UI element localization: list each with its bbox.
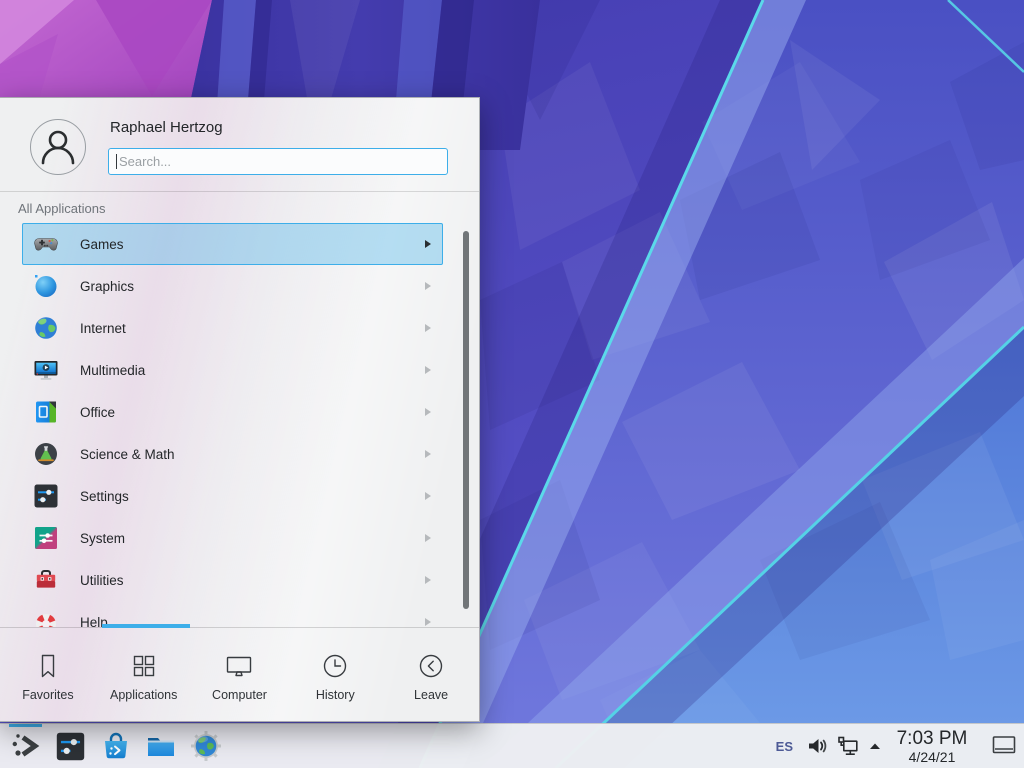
launcher-header: Raphael Hertzog: [0, 98, 479, 192]
document-icon: [33, 399, 59, 425]
app-item-label: Multimedia: [80, 363, 145, 378]
taskbar-discover-button[interactable]: [93, 724, 138, 768]
taskbar: ES: [0, 723, 1024, 768]
app-item-graphics[interactable]: Graphics: [22, 265, 443, 307]
app-item-office[interactable]: Office: [22, 391, 443, 433]
system-sliders-icon: [33, 525, 59, 551]
expand-tray-icon[interactable]: [867, 734, 883, 758]
tab-applications[interactable]: Applications: [96, 628, 192, 723]
submenu-arrow-icon: [425, 408, 431, 416]
flask-icon: [33, 441, 59, 467]
section-label: All Applications: [18, 201, 105, 216]
sphere-icon: [33, 273, 59, 299]
submenu-arrow-icon: [425, 366, 431, 374]
tab-label: Favorites: [22, 688, 73, 702]
submenu-arrow-icon: [425, 618, 431, 626]
app-item-science-math[interactable]: Science & Math: [22, 433, 443, 475]
taskbar-browser-button[interactable]: [183, 724, 228, 768]
tab-label: History: [316, 688, 355, 702]
discover-icon: [100, 730, 132, 762]
toolbox-icon: [33, 567, 59, 593]
kickoff-icon: [10, 730, 42, 762]
text-cursor: [116, 154, 117, 169]
grid-icon: [130, 652, 158, 680]
submenu-arrow-icon: [425, 240, 431, 248]
app-item-system[interactable]: System: [22, 517, 443, 559]
network-icon[interactable]: [836, 734, 860, 758]
app-item-label: System: [80, 531, 125, 546]
clock-time: 7:03 PM: [895, 729, 969, 748]
tab-favorites[interactable]: Favorites: [0, 628, 96, 723]
tab-label: Leave: [414, 688, 448, 702]
app-item-internet[interactable]: Internet: [22, 307, 443, 349]
submenu-arrow-icon: [425, 492, 431, 500]
taskbar-file-manager-button[interactable]: [138, 724, 183, 768]
media-screen-icon: [33, 357, 59, 383]
submenu-arrow-icon: [425, 576, 431, 584]
lifebuoy-icon: [33, 609, 59, 627]
app-item-settings[interactable]: Settings: [22, 475, 443, 517]
search-field: [108, 148, 448, 175]
active-task-indicator: [9, 724, 42, 727]
taskbar-system-settings-button[interactable]: [48, 724, 93, 768]
tab-history[interactable]: History: [287, 628, 383, 723]
taskbar-launcher-button[interactable]: [3, 724, 48, 768]
search-input[interactable]: [108, 148, 448, 175]
app-item-label: Science & Math: [80, 447, 175, 462]
gamepad-icon: [33, 231, 59, 257]
desktop: Raphael Hertzog All Applications: [0, 0, 1024, 768]
submenu-arrow-icon: [425, 534, 431, 542]
submenu-arrow-icon: [425, 282, 431, 290]
submenu-arrow-icon: [425, 450, 431, 458]
monitor-icon: [225, 652, 253, 680]
tab-computer[interactable]: Computer: [192, 628, 288, 723]
user-avatar[interactable]: [30, 119, 86, 175]
app-item-utilities[interactable]: Utilities: [22, 559, 443, 601]
user-icon: [31, 120, 85, 174]
app-item-label: Utilities: [80, 573, 124, 588]
globe-icon: [33, 315, 59, 341]
system-tray: ES: [776, 724, 1024, 768]
taskbar-launchers: [0, 724, 228, 768]
launcher-footer: Favorites Applications: [0, 627, 479, 723]
system-settings-icon: [55, 731, 86, 762]
show-desktop-button[interactable]: [991, 733, 1017, 759]
digital-clock[interactable]: 7:03 PM 4/24/21: [895, 729, 969, 764]
bookmark-icon: [34, 652, 62, 680]
file-manager-icon: [145, 730, 177, 762]
tab-label: Computer: [212, 688, 267, 702]
submenu-arrow-icon: [425, 324, 431, 332]
clock-date: 4/24/21: [895, 750, 969, 764]
user-name: Raphael Hertzog: [110, 119, 223, 136]
show-desktop-icon: [991, 733, 1017, 759]
app-item-games[interactable]: Games: [22, 223, 443, 265]
app-item-label: Games: [80, 237, 124, 252]
app-item-help[interactable]: Help: [22, 601, 443, 627]
tab-label: Applications: [110, 688, 177, 702]
browser-globe-icon: [190, 730, 222, 762]
app-list: Games Graphics: [0, 223, 479, 627]
active-tab-indicator: [102, 624, 190, 628]
leave-icon: [417, 652, 445, 680]
app-item-multimedia[interactable]: Multimedia: [22, 349, 443, 391]
application-launcher-popup: Raphael Hertzog All Applications: [0, 97, 480, 722]
app-item-label: Graphics: [80, 279, 134, 294]
sliders-icon: [33, 483, 59, 509]
volume-icon[interactable]: [805, 734, 829, 758]
tab-leave[interactable]: Leave: [383, 628, 479, 723]
keyboard-layout-indicator[interactable]: ES: [776, 739, 793, 754]
app-item-label: Internet: [80, 321, 126, 336]
app-item-label: Office: [80, 405, 115, 420]
clock-icon: [321, 652, 349, 680]
app-item-label: Settings: [80, 489, 129, 504]
app-list-scrollbar[interactable]: [463, 231, 469, 609]
